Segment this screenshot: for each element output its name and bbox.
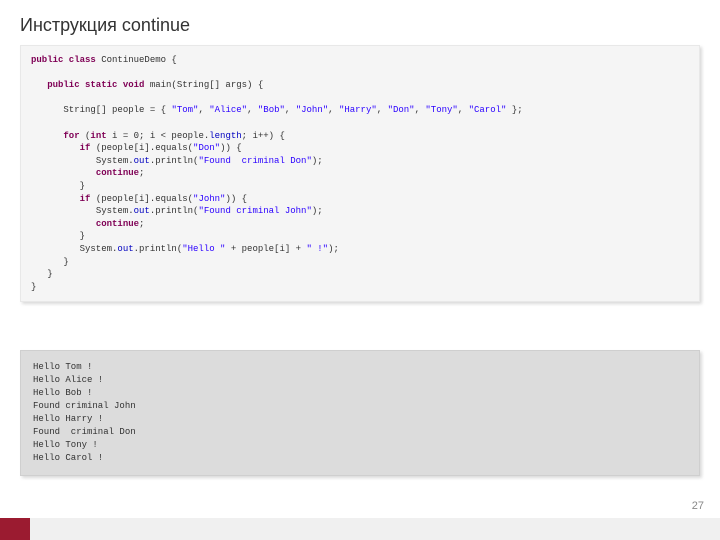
keyword: public static void xyxy=(47,80,144,90)
code-text: }; xyxy=(506,105,522,115)
keyword: if xyxy=(80,194,91,204)
code-text: System. xyxy=(96,156,134,166)
output-block: Hello Tom ! Hello Alice ! Hello Bob ! Fo… xyxy=(20,350,700,476)
code-text: } xyxy=(47,269,52,279)
keyword: continue xyxy=(96,168,139,178)
string: "Tom" xyxy=(171,105,198,115)
code-text: ( xyxy=(80,131,91,141)
field: out xyxy=(134,206,150,216)
string: "Alice" xyxy=(209,105,247,115)
slide: Инструкция continue public class Continu… xyxy=(0,0,720,540)
code-text: System. xyxy=(80,244,118,254)
code-text: )) { xyxy=(225,194,247,204)
string: "Found criminal Don" xyxy=(198,156,311,166)
code-text: .println( xyxy=(150,156,199,166)
code-text: } xyxy=(80,231,85,241)
slide-title: Инструкция continue xyxy=(20,15,190,36)
code-text: } xyxy=(80,181,85,191)
code-text: (people[i].equals( xyxy=(90,143,193,153)
string: "Don" xyxy=(388,105,415,115)
code-text: System. xyxy=(96,206,134,216)
code-text: + people[i] + xyxy=(225,244,306,254)
code-text: .println( xyxy=(134,244,183,254)
string: "John" xyxy=(296,105,328,115)
keyword: for xyxy=(63,131,79,141)
keyword: if xyxy=(80,143,91,153)
code-text: (people[i].equals( xyxy=(90,194,193,204)
code-text: )) { xyxy=(220,143,242,153)
code-text: ); xyxy=(328,244,339,254)
code-text: String[] people = { xyxy=(31,105,171,115)
string: " !" xyxy=(306,244,328,254)
keyword: int xyxy=(90,131,106,141)
string: "Carol" xyxy=(469,105,507,115)
code-text: ; i++) { xyxy=(242,131,285,141)
code-text: ); xyxy=(312,156,323,166)
code-block: public class ContinueDemo { public stati… xyxy=(20,45,700,302)
string: "Don" xyxy=(193,143,220,153)
string: "Harry" xyxy=(339,105,377,115)
string: "Tony" xyxy=(425,105,457,115)
string: "Hello " xyxy=(182,244,225,254)
footer-accent xyxy=(0,518,30,540)
field: length xyxy=(209,131,241,141)
page-number: 27 xyxy=(692,500,704,512)
code-text: ); xyxy=(312,206,323,216)
field: out xyxy=(117,244,133,254)
code-text: main(String[] args) { xyxy=(144,80,263,90)
string: "John" xyxy=(193,194,225,204)
string: "Bob" xyxy=(258,105,285,115)
keyword: public class xyxy=(31,55,96,65)
code-text: ContinueDemo { xyxy=(96,55,177,65)
string: "Found criminal John" xyxy=(198,206,311,216)
code-text: .println( xyxy=(150,206,199,216)
code-text: i = 0; i < people. xyxy=(107,131,210,141)
keyword: continue xyxy=(96,219,139,229)
code-text: } xyxy=(63,257,68,267)
code-text: } xyxy=(31,282,36,292)
footer-bar xyxy=(0,518,720,540)
field: out xyxy=(134,156,150,166)
